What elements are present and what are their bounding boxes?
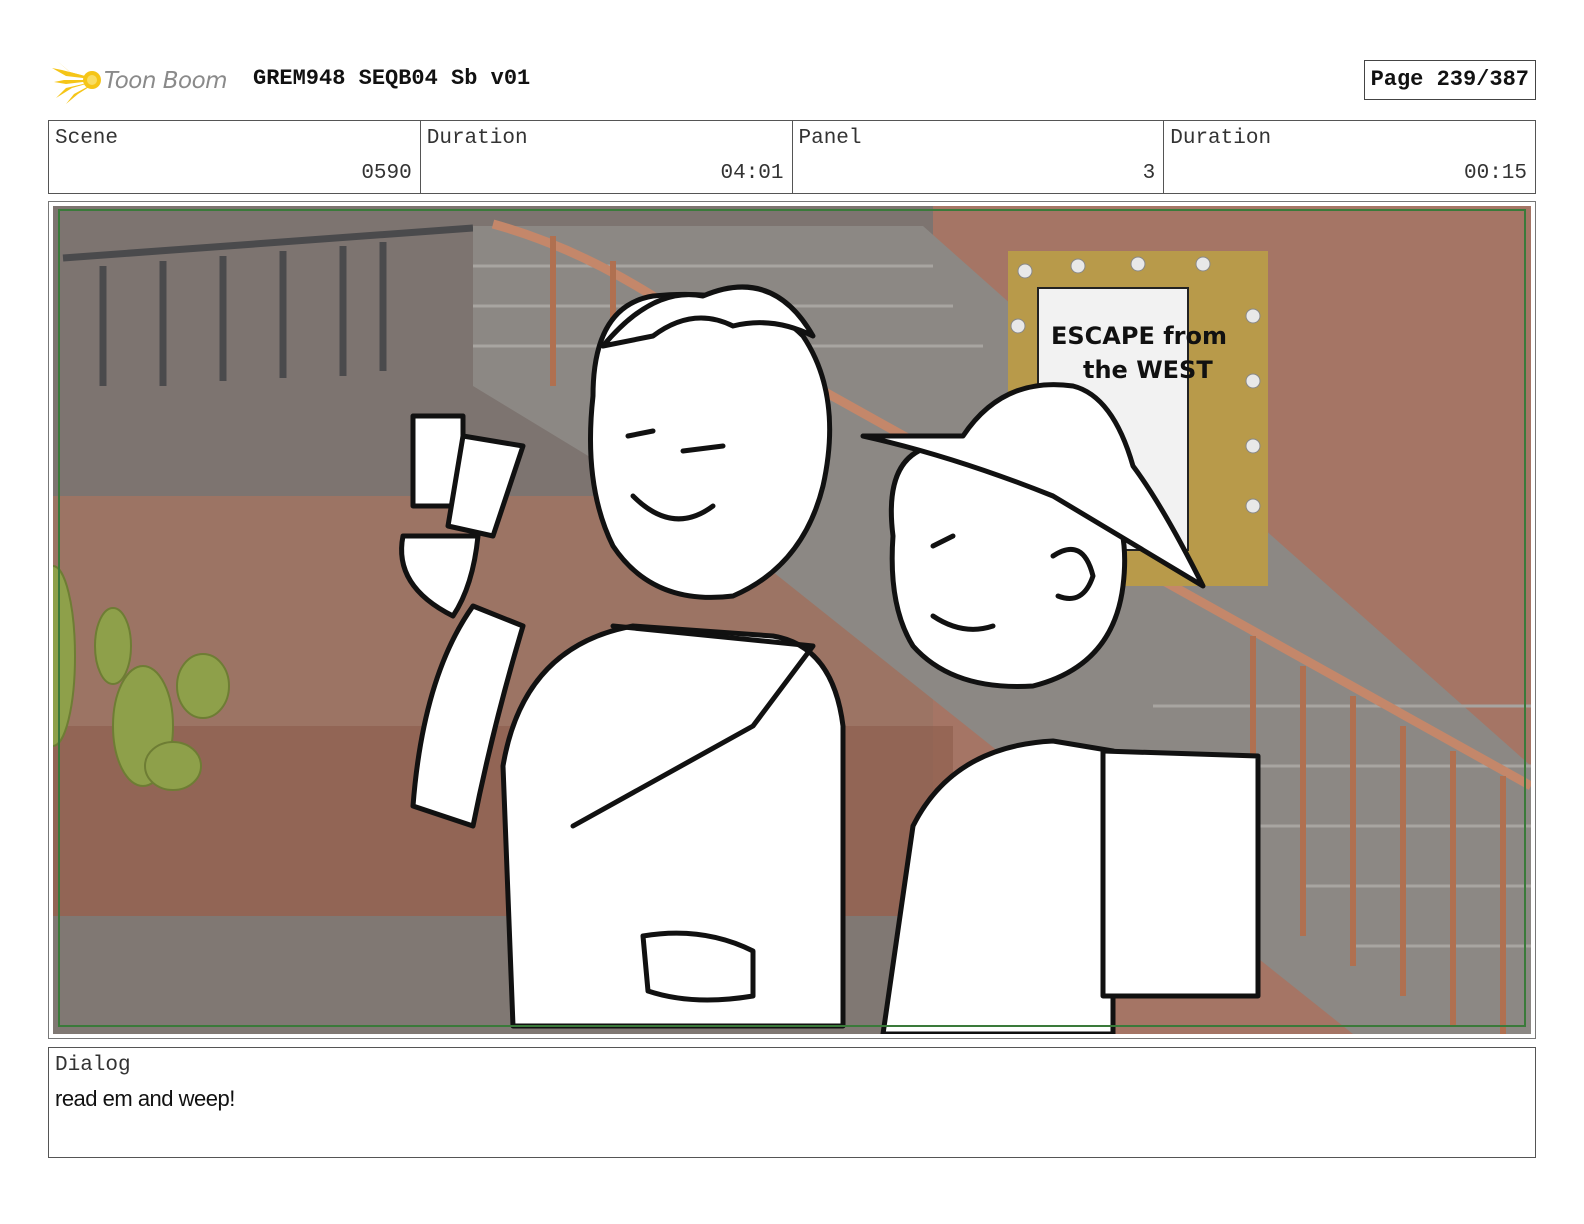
scene-label: Scene [55,127,119,150]
toon-boom-logo: Toon Boom [52,58,242,104]
panel-value: 3 [1142,162,1156,185]
page-number-box: Page 239/387 [1363,60,1536,100]
scene-duration-value: 04:01 [720,162,784,185]
panel-drawing: ESCAPE from the WEST [53,206,1531,1034]
panel-cell: Panel 3 [791,121,1164,193]
project-title: GREM948 SEQB04 Sb v01 [253,66,531,91]
scene-cell: Scene 0590 [49,121,420,193]
scene-duration-label: Duration [426,127,528,150]
page-header: Toon Boom GREM948 SEQB04 Sb v01 Page 239… [48,54,1536,106]
panel-duration-cell: Duration 00:15 [1163,121,1535,193]
panel-label: Panel [798,127,862,150]
dialog-text: read em and weep! [55,1086,235,1111]
poster-title-line1: ESCAPE from [1051,322,1227,350]
scene-info-row: Scene 0590 Duration 04:01 Panel 3 Durati… [48,120,1536,194]
scene-duration-cell: Duration 04:01 [419,121,792,193]
scene-value: 0590 [361,162,412,185]
panel-duration-value: 00:15 [1463,162,1527,185]
dialog-label: Dialog [55,1054,131,1077]
logo-text: Toon Boom [104,68,228,94]
poster-title-line2: the WEST [1083,356,1213,384]
panel-duration-label: Duration [1170,127,1272,150]
dialog-box: Dialog read em and weep! [48,1047,1536,1158]
storyboard-panel: ESCAPE from the WEST [48,201,1536,1039]
